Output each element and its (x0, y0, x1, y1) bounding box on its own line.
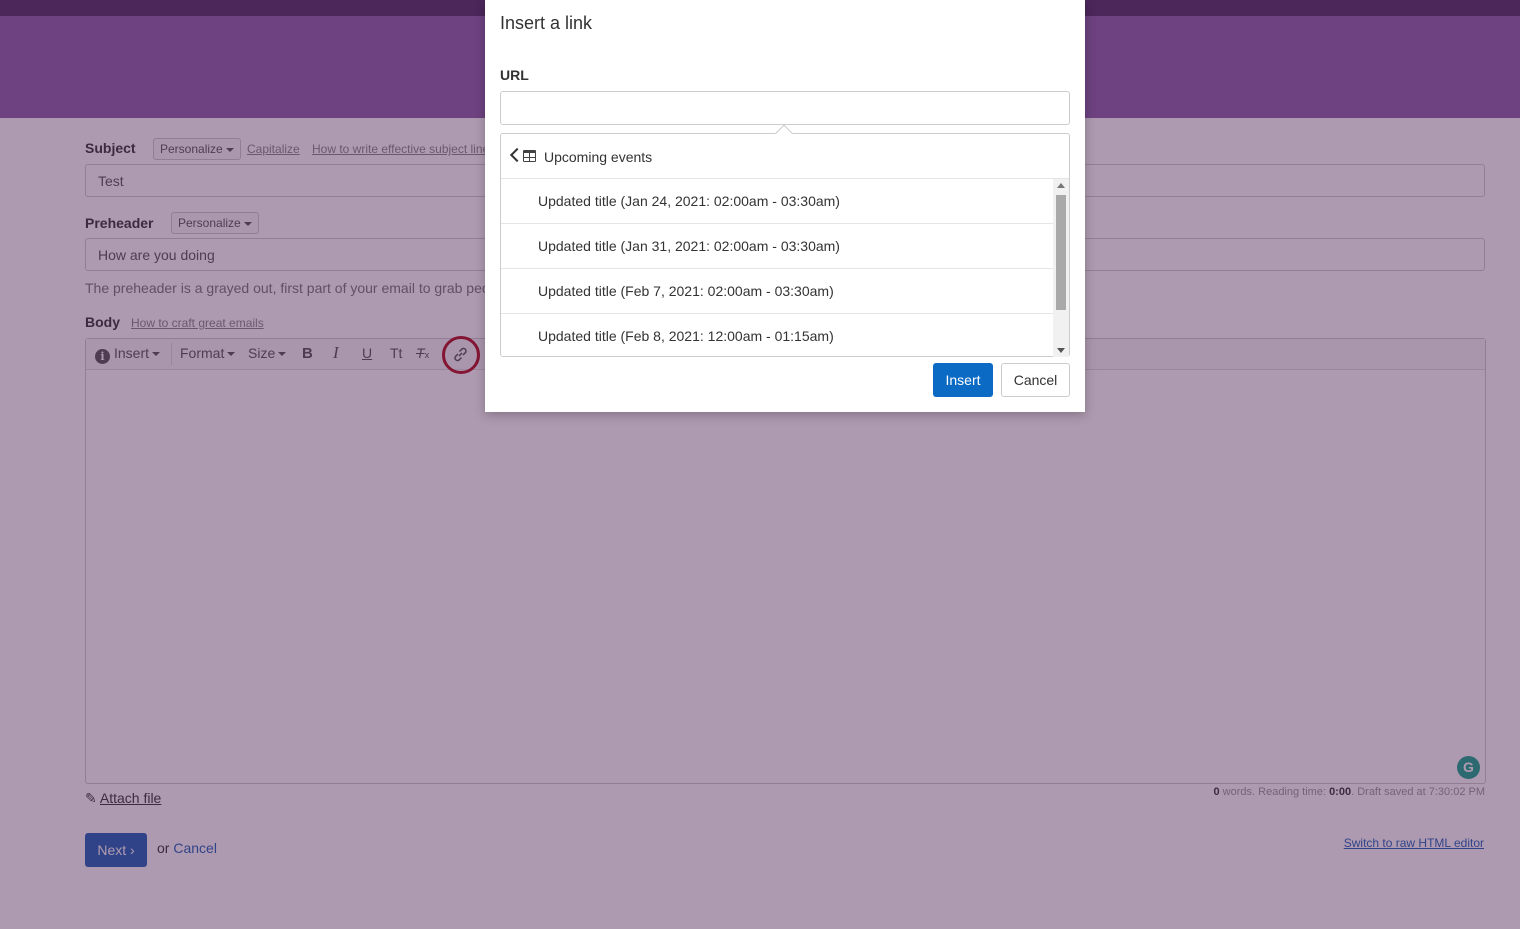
events-list: Updated title (Jan 24, 2021: 02:00am - 0… (501, 179, 1054, 357)
modal-title: Insert a link (500, 13, 593, 33)
modal-cancel-button[interactable]: Cancel (1001, 363, 1070, 397)
dropdown-header-label: Upcoming events (544, 149, 653, 165)
url-input[interactable] (500, 91, 1070, 125)
events-scrollbar[interactable] (1053, 179, 1069, 357)
event-item[interactable]: Updated title (Feb 8, 2021: 12:00am - 01… (501, 314, 1054, 357)
dropdown-header[interactable]: Upcoming events (501, 134, 1069, 179)
event-item[interactable]: Updated title (Feb 7, 2021: 02:00am - 03… (501, 269, 1054, 314)
back-chevron-icon[interactable] (509, 147, 525, 163)
event-item[interactable]: Updated title (Jan 31, 2021: 02:00am - 0… (501, 224, 1054, 269)
scroll-up-icon[interactable] (1057, 183, 1065, 188)
insert-button[interactable]: Insert (933, 363, 993, 397)
calendar-icon (523, 150, 536, 162)
insert-link-modal: Insert a link URL Upcoming events Update… (485, 0, 1085, 412)
event-item[interactable]: Updated title (Jan 24, 2021: 02:00am - 0… (501, 179, 1054, 224)
link-suggestions-dropdown: Upcoming events Updated title (Jan 24, 2… (500, 124, 1070, 357)
scroll-down-icon[interactable] (1057, 348, 1065, 353)
url-label: URL (500, 67, 529, 83)
scrollbar-thumb[interactable] (1056, 195, 1066, 310)
